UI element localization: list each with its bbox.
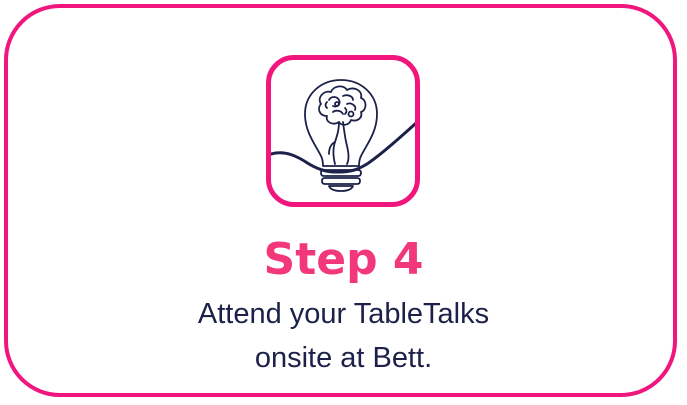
lightbulb-brain-icon <box>271 79 415 192</box>
icon-tile <box>266 55 420 207</box>
step-description-line-2: onsite at Bett. <box>254 342 433 374</box>
step-description: Attend your TableTalks onsite at Bett. <box>0 292 687 380</box>
step-description-line-1: Attend your TableTalks <box>197 298 490 330</box>
step-title: Step 4 <box>263 234 424 285</box>
